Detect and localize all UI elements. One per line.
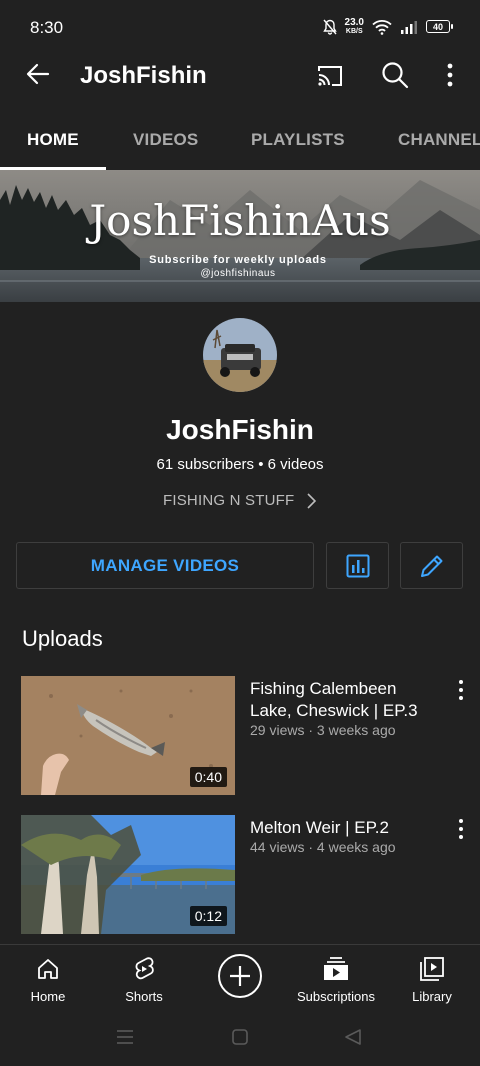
channel-name: JoshFishin (166, 414, 314, 445)
create-icon (230, 966, 250, 986)
video-title[interactable]: Fishing Calembeen Lake, Cheswick | EP.3 (250, 678, 440, 722)
app-bar-title: JoshFishin (80, 62, 207, 89)
channel-link[interactable]: FISHING N STUFF (163, 492, 317, 509)
cast-icon[interactable] (316, 62, 344, 90)
video-duration: 0:12 (189, 906, 227, 926)
home-icon (38, 959, 58, 979)
video-meta: 29 views · 3 weeks ago (250, 722, 396, 738)
status-time: 8:30 (30, 18, 64, 37)
library-icon (420, 957, 444, 981)
video-meta: 44 views · 4 weeks ago (250, 839, 396, 855)
video-thumbnail[interactable]: 0:12 (21, 815, 235, 934)
nav-library-label: Library (412, 989, 452, 1004)
tab-channels[interactable]: CHANNEL (398, 130, 480, 150)
subscriptions-icon (324, 957, 348, 980)
channel-tabs: HOME VIDEOS PLAYLISTS CHANNEL (0, 112, 480, 170)
bottom-navigation: Home Shorts Subscriptions Library (0, 944, 480, 1012)
system-navigation-bar (0, 1012, 480, 1066)
avatar-image (203, 318, 277, 392)
back-arrow-icon[interactable] (24, 60, 52, 88)
video-duration: 0:40 (189, 767, 227, 787)
banner-handle: @joshfishinaus (200, 268, 276, 279)
nav-home[interactable]: Home (10, 945, 86, 1013)
channel-avatar[interactable] (203, 318, 277, 392)
banner-title: JoshFishinAus (89, 196, 391, 245)
channel-stats: 61 subscribers • 6 videos (156, 456, 324, 473)
signal-icon (401, 20, 417, 34)
banner-subtitle: Subscribe for weekly uploads (149, 254, 327, 266)
more-vert-icon[interactable] (452, 678, 470, 702)
app-bar: JoshFishin (0, 56, 480, 96)
network-speed-unit: KB/S (345, 28, 363, 35)
nav-library[interactable]: Library (394, 945, 470, 1013)
pencil-icon (420, 555, 442, 577)
video-item[interactable]: 0:12 Melton Weir | EP.2 44 views · 4 wee… (0, 815, 480, 935)
tab-videos[interactable]: VIDEOS (133, 130, 198, 150)
nav-home-label: Home (30, 989, 66, 1004)
nav-subscriptions[interactable]: Subscriptions (286, 945, 386, 1013)
video-thumbnail[interactable]: 0:40 (21, 676, 235, 795)
battery-icon: 40 (426, 20, 453, 33)
bar-chart-icon (346, 554, 369, 577)
wifi-icon (372, 19, 392, 35)
edit-channel-button[interactable] (400, 542, 463, 589)
nav-subscriptions-label: Subscriptions (296, 989, 376, 1004)
network-speed-value: 23.0 (344, 17, 364, 28)
status-icons: 23.0 KB/S 40 (322, 17, 453, 36)
recents-menu-icon[interactable] (116, 1029, 134, 1045)
channel-link-label: FISHING N STUFF (163, 492, 295, 509)
more-vert-icon[interactable] (440, 60, 460, 90)
tab-home[interactable]: HOME (27, 130, 79, 150)
uploads-heading: Uploads (22, 626, 103, 651)
video-title[interactable]: Melton Weir | EP.2 (250, 817, 440, 839)
nav-shorts-label: Shorts (125, 989, 163, 1004)
nav-shorts[interactable]: Shorts (106, 945, 182, 1013)
analytics-button[interactable] (326, 542, 389, 589)
chevron-right-icon (307, 492, 317, 509)
manage-videos-button[interactable]: MANAGE VIDEOS (16, 542, 314, 589)
create-button[interactable] (218, 954, 262, 998)
tab-playlists[interactable]: PLAYLISTS (251, 130, 345, 150)
status-bar: 8:30 23.0 KB/S 40 (0, 0, 480, 56)
more-vert-icon[interactable] (452, 817, 470, 841)
channel-banner: JoshFishinAus Subscribe for weekly uploa… (0, 170, 480, 302)
back-triangle-icon[interactable] (344, 1028, 362, 1046)
search-icon[interactable] (380, 60, 410, 90)
home-square-icon[interactable] (232, 1029, 248, 1045)
video-item[interactable]: 0:40 Fishing Calembeen Lake, Cheswick | … (0, 676, 480, 796)
network-speed: 23.0 KB/S (344, 17, 364, 36)
shorts-icon (135, 957, 154, 980)
mute-icon (322, 19, 337, 35)
